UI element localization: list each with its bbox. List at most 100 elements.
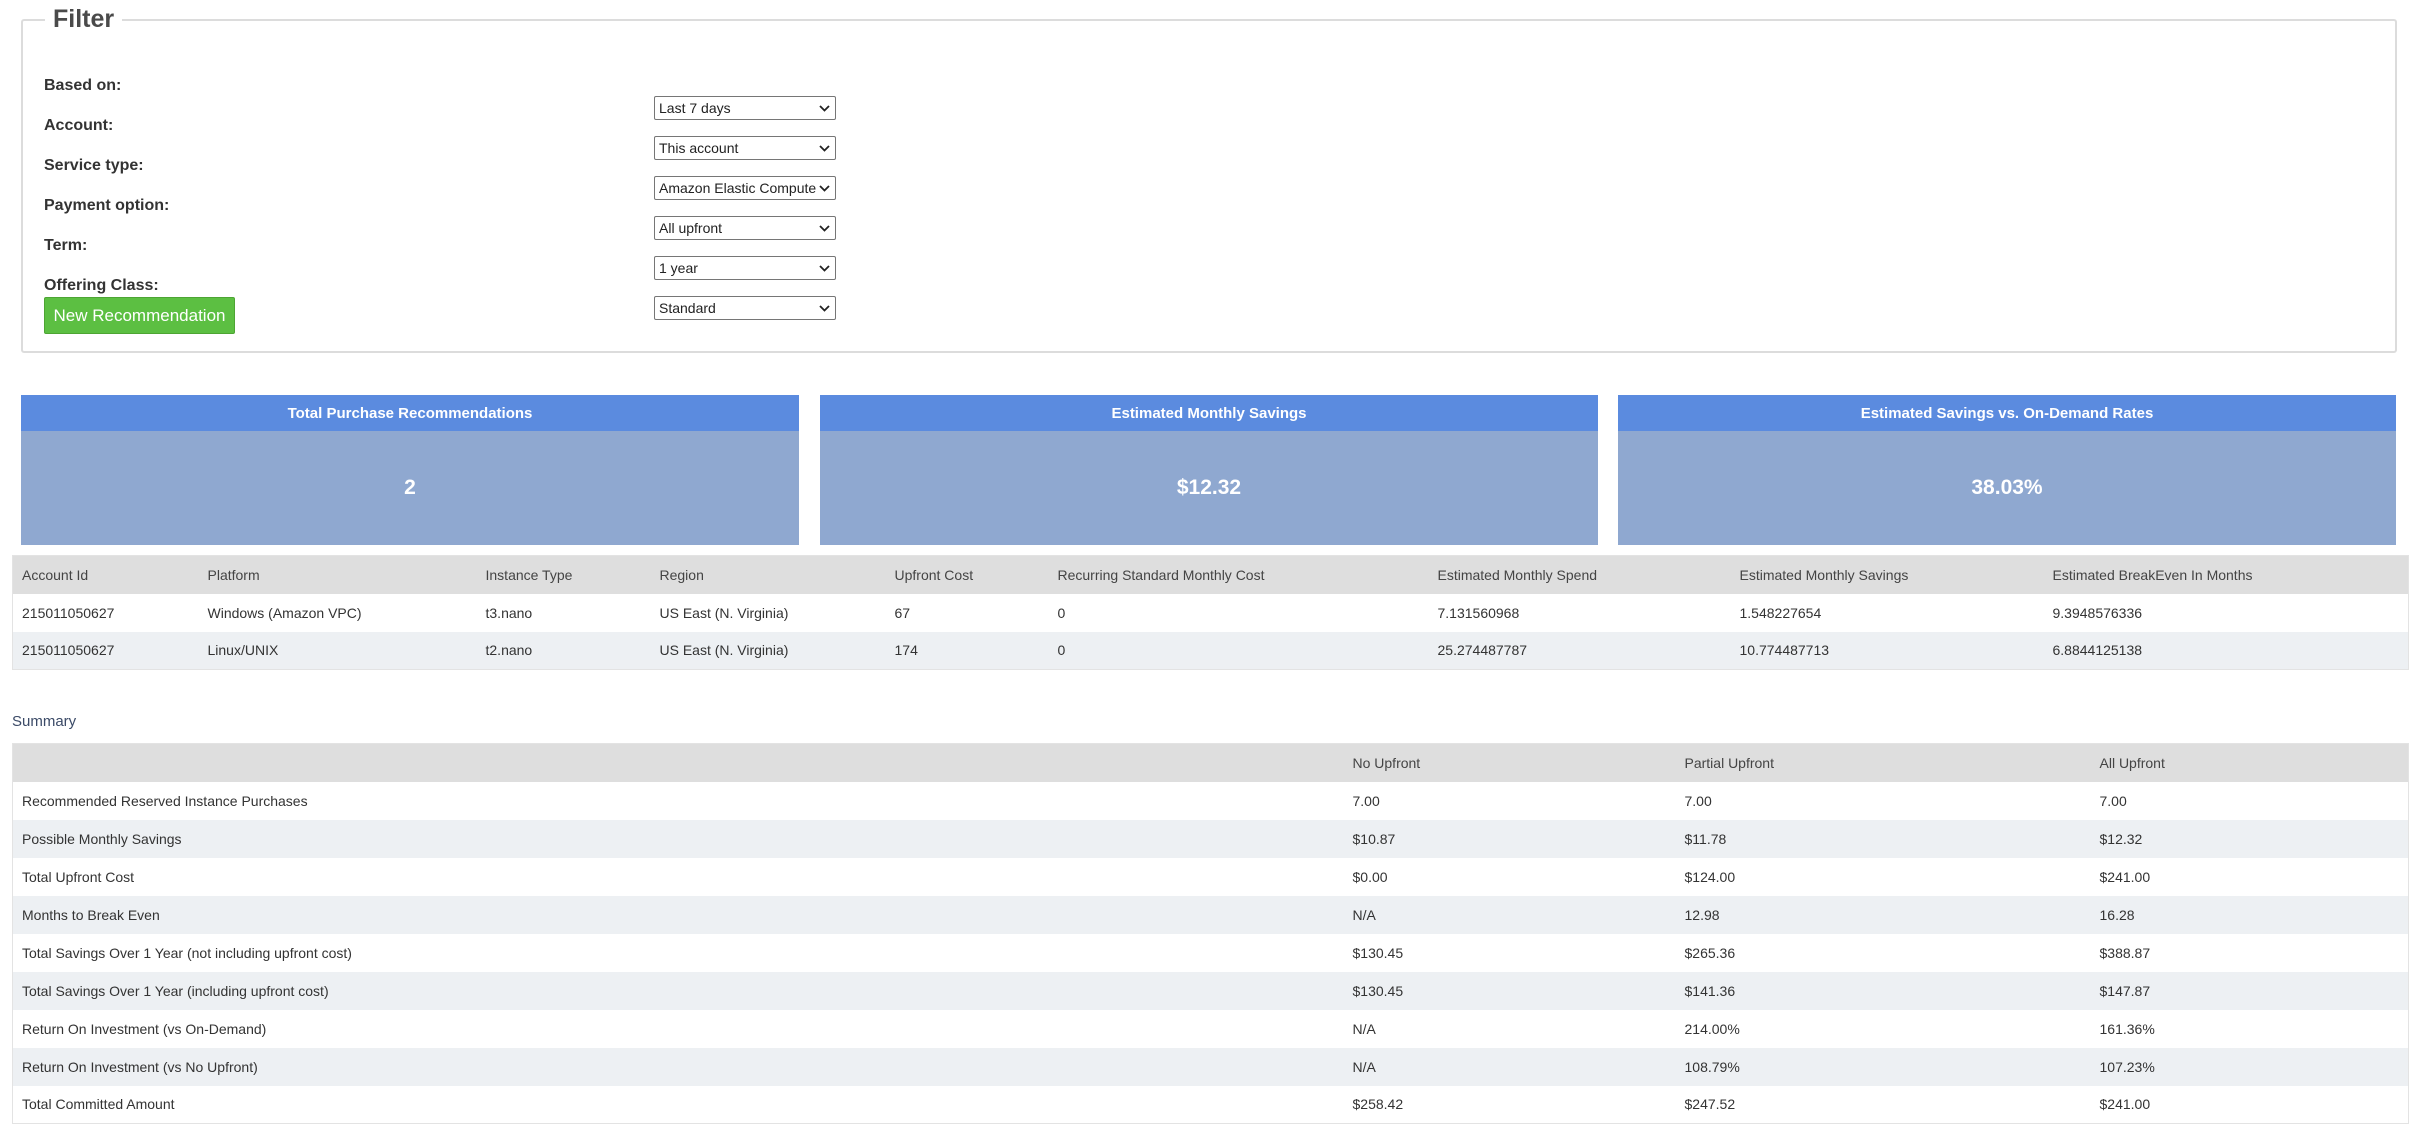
table-cell: 7.00 (1684, 792, 1712, 809)
table-cell: $258.42 (1352, 1096, 1404, 1113)
column-header[interactable]: Estimated BreakEven In Months (2044, 556, 2409, 594)
row-label: Possible Monthly Savings (22, 830, 182, 847)
column-header: No Upfront (1352, 754, 1421, 771)
table-cell: Windows (Amazon VPC) (207, 604, 362, 621)
table-row: 215011050627 Linux/UNIX t2.nano US East … (12, 631, 2409, 670)
table-cell: 0 (1057, 604, 1066, 621)
table-cell: $241.00 (2099, 1096, 2151, 1113)
filter-row-term: Term: 1 year (44, 219, 944, 280)
table-cell: 16.28 (2099, 906, 2135, 923)
table-cell: 214.00% (1684, 1020, 1740, 1037)
table-cell: 6.8844125138 (2052, 642, 2143, 659)
table-cell: 10.774487713 (1739, 642, 1830, 659)
stat-card-title: Estimated Monthly Savings (820, 395, 1598, 431)
offering-class-value: Standard (659, 300, 716, 316)
column-header[interactable]: Upfront Cost (886, 556, 1049, 594)
table-cell: 25.274487787 (1437, 642, 1528, 659)
table-header-row: No Upfront Partial Upfront All Upfront (12, 743, 2409, 782)
table-row: Total Savings Over 1 Year (including upf… (12, 971, 2409, 1010)
table-cell: $10.87 (1352, 830, 1396, 847)
table-cell: 9.3948576336 (2052, 604, 2143, 621)
stat-card-value: 2 (21, 431, 799, 545)
column-header[interactable]: Recurring Standard Monthly Cost (1049, 556, 1429, 594)
table-cell: 12.98 (1684, 906, 1720, 923)
row-label: Total Upfront Cost (22, 868, 135, 885)
summary-caption: Summary (12, 713, 77, 730)
table-cell: 108.79% (1684, 1058, 1740, 1075)
table-row: Recommended Reserved Instance Purchases … (13, 782, 2409, 820)
table-cell: N/A (1352, 1058, 1376, 1075)
row-label: Recommended Reserved Instance Purchases (22, 792, 308, 809)
column-header[interactable]: Estimated Monthly Spend (1429, 556, 1731, 594)
table-cell: US East (N. Virginia) (659, 604, 789, 621)
table-cell: 107.23% (2099, 1058, 2155, 1075)
table-cell: N/A (1352, 1020, 1376, 1037)
table-cell: $147.87 (2099, 982, 2151, 999)
summary-table: No Upfront Partial Upfront All Upfront R… (12, 743, 2409, 1124)
stat-card-monthly-savings: Estimated Monthly Savings $12.32 (820, 395, 1598, 545)
row-label: Total Committed Amount (22, 1096, 175, 1113)
filter-row-offering-class: Offering Class: Standard (44, 259, 944, 320)
table-cell: $130.45 (1352, 982, 1404, 999)
stat-card-savings-vs-on-demand: Estimated Savings vs. On-Demand Rates 38… (1618, 395, 2396, 545)
based-on-label: Based on: (44, 77, 122, 94)
table-cell: $265.36 (1684, 944, 1736, 961)
table-cell: t3.nano (485, 604, 533, 621)
table-row: Total Committed Amount $258.42 $247.52 $… (13, 1086, 2409, 1124)
offering-class-select[interactable]: Standard (654, 296, 836, 320)
table-cell: 7.00 (1352, 792, 1380, 809)
stat-card-title: Estimated Savings vs. On-Demand Rates (1618, 395, 2396, 431)
offering-class-label: Offering Class: (44, 277, 159, 294)
new-recommendation-button[interactable]: New Recommendation (44, 297, 235, 334)
table-cell: $11.78 (1684, 830, 1727, 847)
stat-card-total-recommendations: Total Purchase Recommendations 2 (21, 395, 799, 545)
column-header: Partial Upfront (1684, 754, 1774, 771)
table-row: Possible Monthly Savings $10.87 $11.78 $… (12, 819, 2409, 858)
table-row: Months to Break Even N/A 12.98 16.28 (12, 895, 2409, 934)
table-cell: $130.45 (1352, 944, 1404, 961)
row-label: Return On Investment (vs On-Demand) (22, 1020, 267, 1037)
stat-card-value: $12.32 (820, 431, 1598, 545)
table-row: Total Savings Over 1 Year (not including… (13, 934, 2409, 972)
filter-row-payment-option: Payment option: All upfront (44, 179, 944, 240)
stat-card-value: 38.03% (1618, 431, 2396, 545)
table-cell: US East (N. Virginia) (659, 642, 789, 659)
table-cell: 174 (894, 642, 918, 659)
table-cell: 215011050627 (22, 642, 115, 659)
filter-row-based-on: Based on: Last 7 days (44, 59, 944, 120)
filter-row-service-type: Service type: Amazon Elastic Compute Clo… (44, 139, 944, 200)
column-header[interactable]: Estimated Monthly Savings (1731, 556, 2044, 594)
column-header: All Upfront (2099, 754, 2165, 771)
table-row: Return On Investment (vs No Upfront) N/A… (12, 1047, 2409, 1086)
table-row: 215011050627 Windows (Amazon VPC) t3.nan… (13, 594, 2409, 632)
table-cell: $247.52 (1684, 1096, 1736, 1113)
row-label: Total Savings Over 1 Year (not including… (22, 944, 352, 961)
table-cell: $0.00 (1352, 868, 1388, 885)
table-cell: $141.36 (1684, 982, 1736, 999)
column-header (13, 744, 1344, 782)
column-header[interactable]: Platform (199, 556, 477, 594)
table-header-row: Account Id Platform Instance Type Region… (12, 555, 2409, 594)
row-label: Months to Break Even (22, 906, 160, 923)
filter-row-account: Account: This account (44, 99, 944, 160)
filter-legend: Filter (45, 5, 123, 34)
column-header[interactable]: Region (651, 556, 886, 594)
table-cell: $241.00 (2099, 868, 2151, 885)
chevron-down-icon (817, 301, 831, 315)
table-cell: 161.36% (2099, 1020, 2155, 1037)
table-row: Total Upfront Cost $0.00 $124.00 $241.00 (13, 858, 2409, 896)
table-cell: $388.87 (2099, 944, 2151, 961)
table-cell: 1.548227654 (1739, 604, 1822, 621)
table-cell: Linux/UNIX (207, 642, 279, 659)
table-row: Return On Investment (vs On-Demand) N/A … (13, 1010, 2409, 1048)
row-label: Total Savings Over 1 Year (including upf… (22, 982, 329, 999)
column-header[interactable]: Account Id (13, 556, 199, 594)
table-cell: 215011050627 (22, 604, 115, 621)
row-label: Return On Investment (vs No Upfront) (22, 1058, 258, 1075)
table-cell: 7.131560968 (1437, 604, 1520, 621)
table-cell: 7.00 (2099, 792, 2127, 809)
column-header[interactable]: Instance Type (477, 556, 651, 594)
recommendations-table: Account Id Platform Instance Type Region… (12, 555, 2409, 670)
table-cell: $12.32 (2099, 830, 2143, 847)
filter-panel: Filter Based on: Last 7 days Account: Th… (21, 5, 2397, 353)
